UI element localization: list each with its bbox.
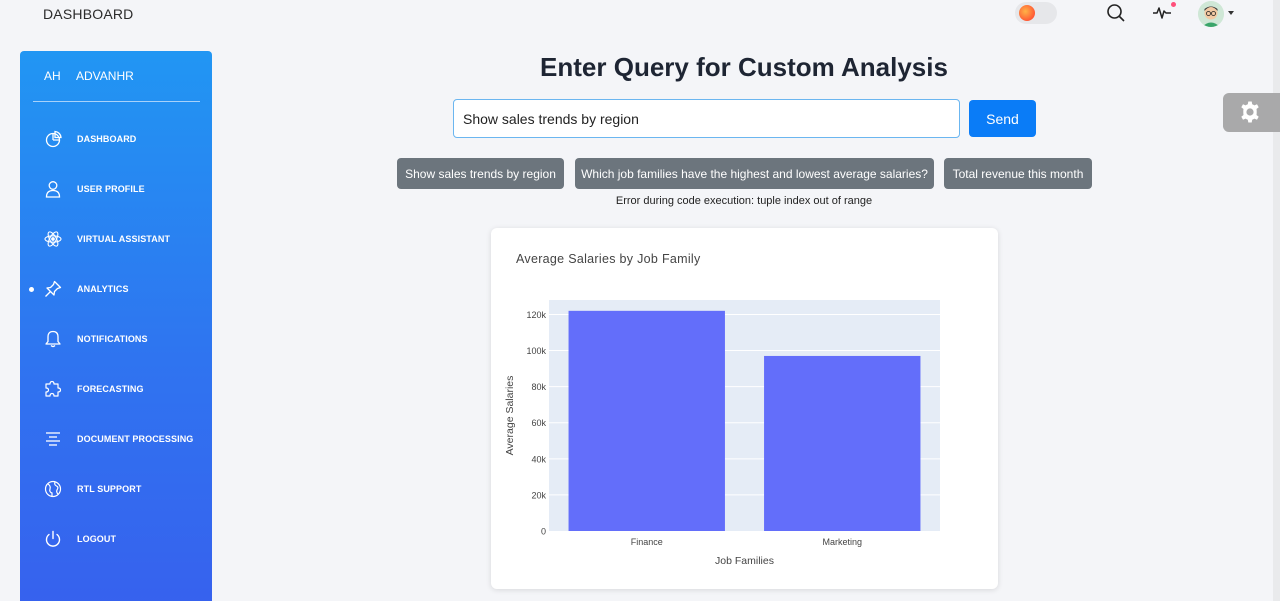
error-message: Error during code execution: tuple index… (615, 195, 873, 207)
puzzle-icon (44, 380, 62, 398)
bar-chart[interactable]: Average Salaries by Job Family 0 20k 40k 60k… (491, 228, 998, 589)
avatar (1198, 1, 1224, 27)
sidebar-item-label: DASHBOARD (77, 134, 137, 144)
x-axis-title: Job Families (715, 555, 774, 567)
sidebar: AH ADVANHR DASHBOARD USER PROFILE VIRTUA… (20, 51, 212, 601)
theme-toggle[interactable] (1015, 2, 1057, 24)
power-icon (44, 530, 62, 548)
sidebar-item-forecasting[interactable]: FORECASTING (20, 372, 212, 406)
activity-icon[interactable] (1151, 2, 1173, 24)
user-icon (44, 180, 62, 198)
query-input[interactable] (453, 99, 960, 138)
fixed-plugin-settings[interactable] (1223, 93, 1280, 132)
bell-icon (44, 330, 62, 348)
sidebar-item-document-processing[interactable]: DOCUMENT PROCESSING (20, 422, 212, 456)
active-indicator (29, 287, 34, 292)
y-tick-label: 40k (531, 454, 546, 464)
top-navbar: DASHBOARD (0, 0, 1280, 30)
sidebar-item-dashboard[interactable]: DASHBOARD (20, 122, 212, 156)
y-tick-label: 80k (531, 382, 546, 392)
x-tick-label: Marketing (822, 537, 862, 547)
pin-icon (44, 280, 62, 298)
notification-dot (1171, 2, 1176, 7)
navbar-brand[interactable]: DASHBOARD (43, 6, 133, 22)
y-tick-label: 100k (526, 346, 546, 356)
x-tick-label: Finance (631, 537, 663, 547)
world-icon (44, 480, 62, 498)
y-tick-label: 0 (541, 527, 546, 537)
sidebar-item-label: NOTIFICATIONS (77, 334, 148, 344)
align-center-icon (44, 430, 62, 448)
sidebar-item-logout[interactable]: LOGOUT (20, 522, 212, 556)
sidebar-item-label: VIRTUAL ASSISTANT (77, 234, 171, 244)
sidebar-divider (33, 101, 200, 102)
y-tick-label: 60k (531, 418, 546, 428)
sidebar-item-label: ANALYTICS (77, 284, 129, 294)
sidebar-item-analytics[interactable]: ANALYTICS (20, 272, 212, 306)
chart-title: Average Salaries by Job Family (516, 252, 701, 266)
search-icon[interactable] (1105, 2, 1127, 24)
bar-finance[interactable] (568, 310, 725, 531)
sidebar-item-virtual-assistant[interactable]: VIRTUAL ASSISTANT (20, 222, 212, 256)
sidebar-item-label: LOGOUT (77, 534, 117, 544)
page-scrollbar[interactable] (1273, 0, 1280, 601)
send-button[interactable]: Send (969, 100, 1036, 137)
sidebar-item-label: DOCUMENT PROCESSING (77, 434, 194, 444)
user-menu[interactable] (1198, 1, 1238, 27)
theme-toggle-knob (1019, 5, 1035, 21)
logo-mini: AH (44, 69, 61, 83)
y-tick-label: 120k (526, 310, 546, 320)
chart-pie-icon (44, 130, 62, 148)
sidebar-item-rtl-support[interactable]: RTL SUPPORT (20, 472, 212, 506)
bar-marketing[interactable] (764, 355, 921, 531)
gear-icon (1241, 101, 1259, 123)
sidebar-item-label: RTL SUPPORT (77, 484, 142, 494)
sidebar-item-label: USER PROFILE (77, 184, 145, 194)
logo-normal: ADVANHR (76, 69, 134, 83)
sidebar-item-label: FORECASTING (77, 384, 144, 394)
chart-card: Average Salaries by Job Family 0 20k 40k 60k… (491, 228, 998, 589)
y-tick-label: 20k (531, 490, 546, 500)
chevron-down-icon (1228, 11, 1234, 15)
sidebar-item-notifications[interactable]: NOTIFICATIONS (20, 322, 212, 356)
suggestion-button-job-families[interactable]: Which job families have the highest and … (575, 158, 934, 189)
sidebar-item-user-profile[interactable]: USER PROFILE (20, 172, 212, 206)
atom-icon (44, 230, 62, 248)
suggestion-button-sales-trends[interactable]: Show sales trends by region (397, 158, 564, 189)
y-axis-title: Average Salaries (504, 376, 516, 456)
page-title: Enter Query for Custom Analysis (540, 52, 948, 82)
suggestion-button-total-revenue[interactable]: Total revenue this month (944, 158, 1092, 189)
